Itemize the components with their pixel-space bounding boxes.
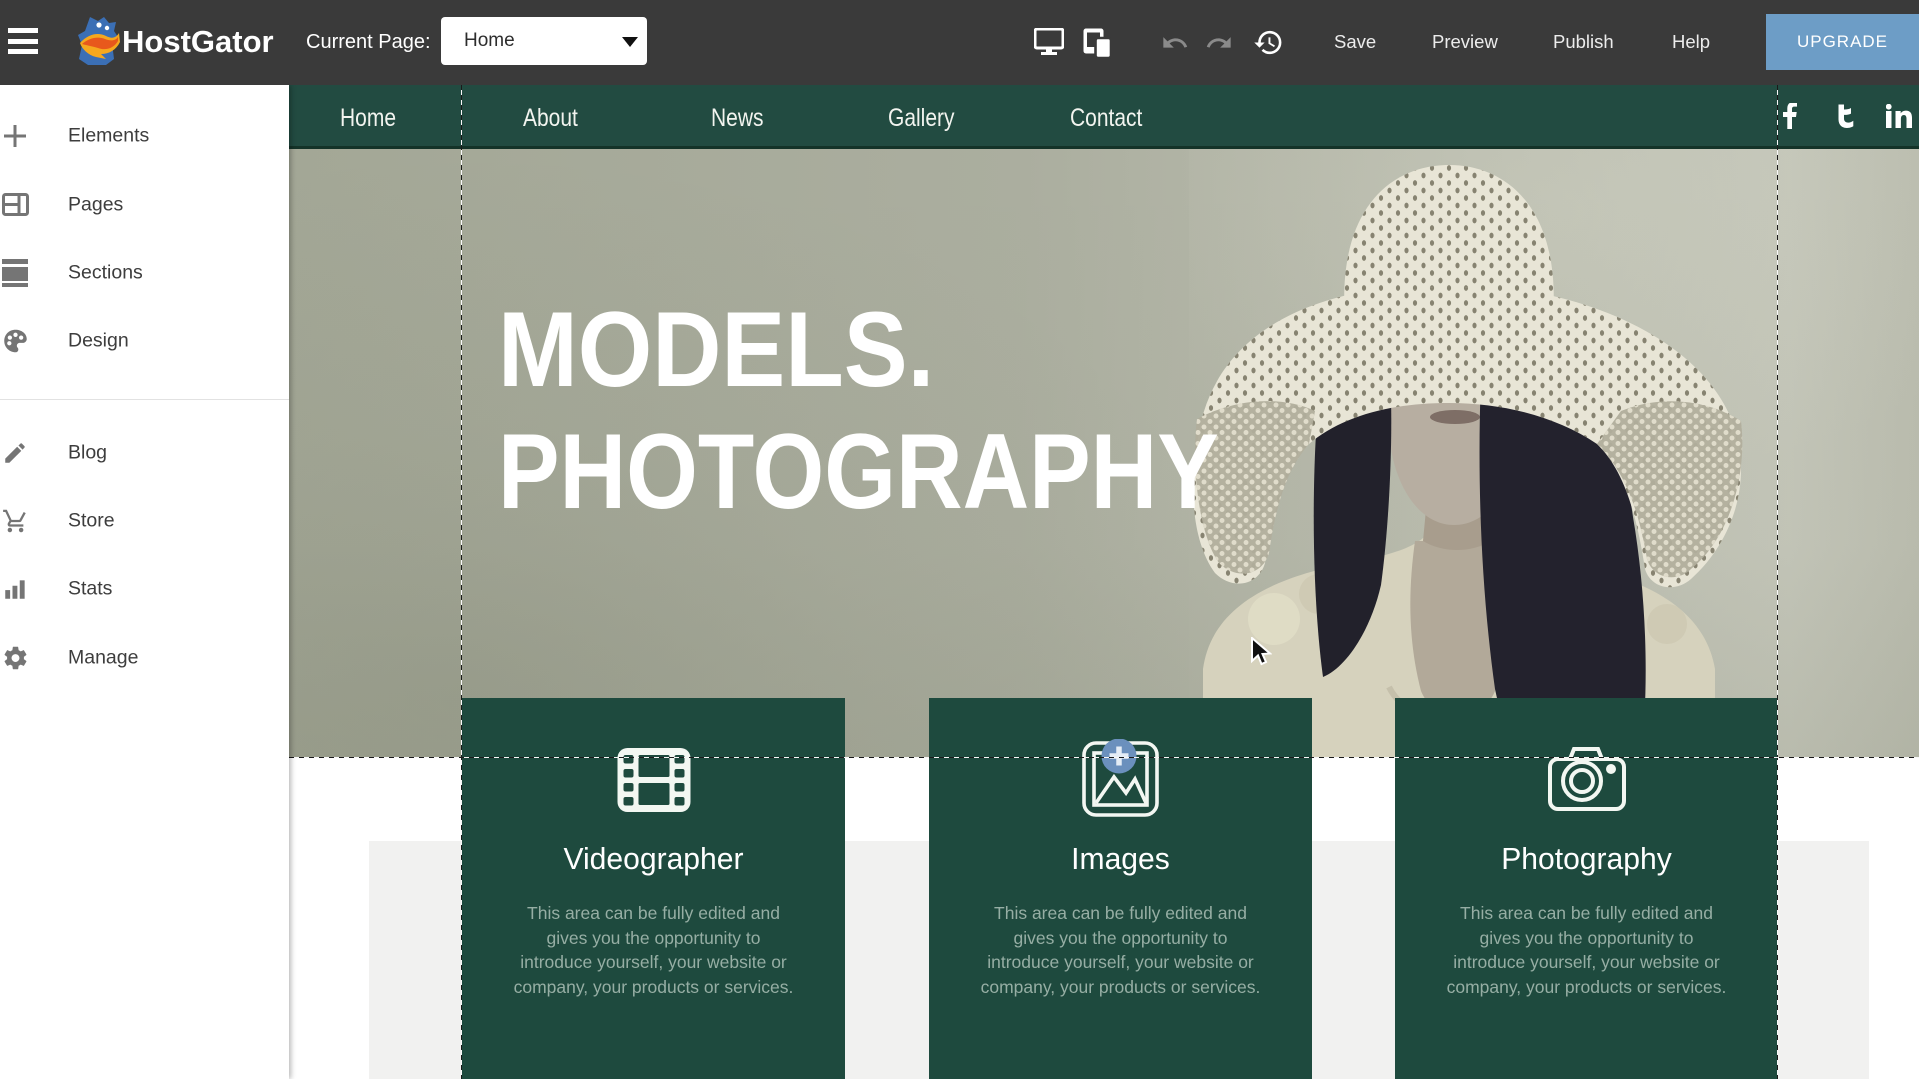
svg-text:PHOTOGRAPHY: PHOTOGRAPHY	[498, 413, 1219, 532]
svg-text:MODELS.: MODELS.	[498, 289, 934, 409]
